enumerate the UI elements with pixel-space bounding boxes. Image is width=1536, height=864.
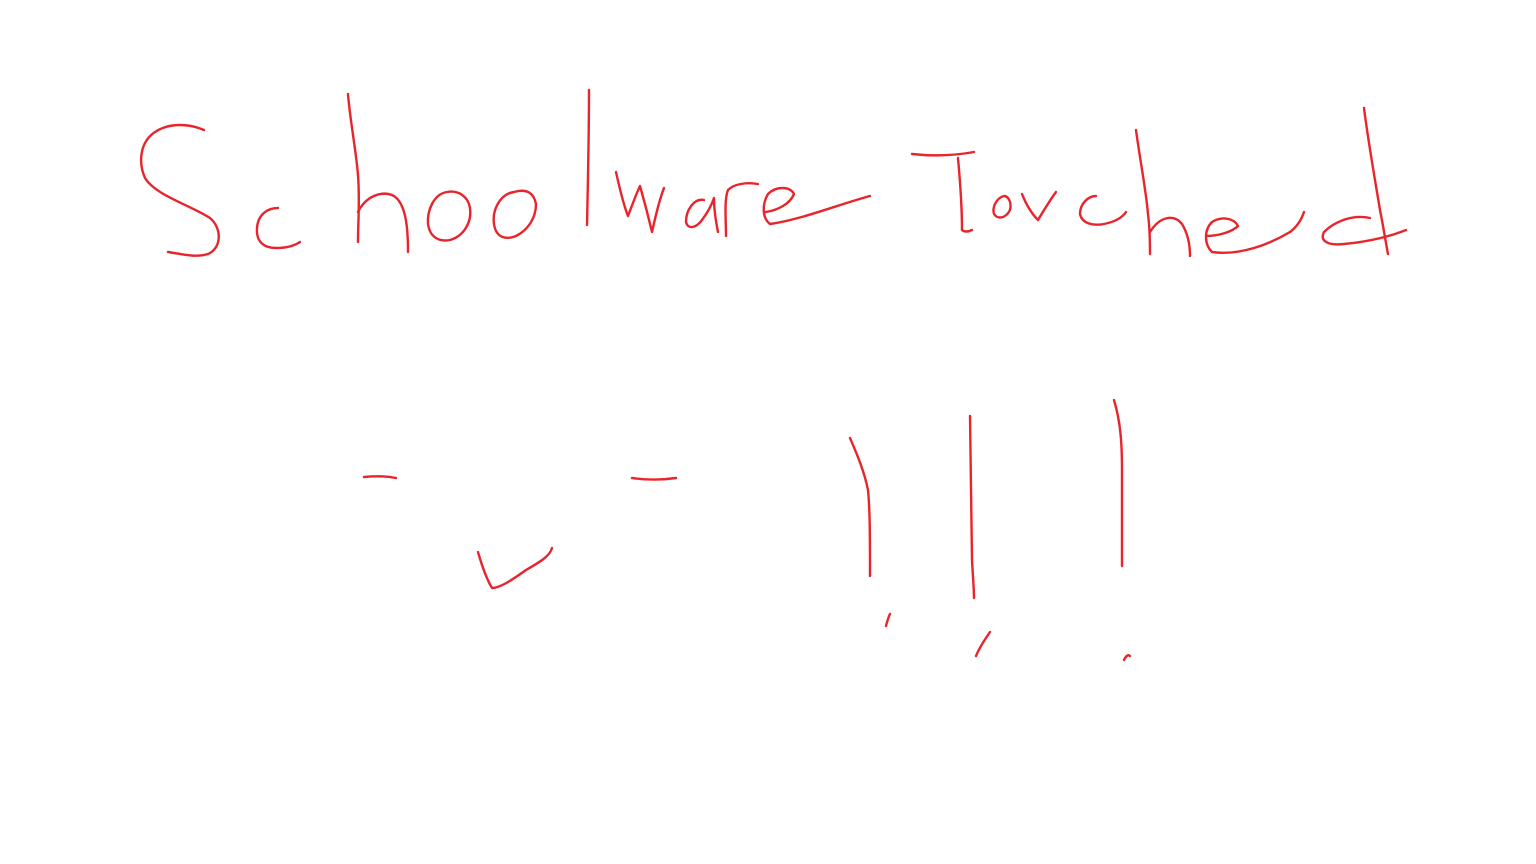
tear-1-stroke (848, 436, 872, 578)
stroke-d-bowl (1321, 215, 1408, 246)
tear-2-stroke (968, 414, 976, 600)
tear-2-dot (974, 630, 992, 658)
handwriting-drawing (139, 88, 1408, 662)
stroke-h-4 (1148, 216, 1192, 258)
stroke-c-2 (1078, 194, 1128, 226)
face-right-eye (630, 476, 678, 481)
face-mouth (476, 546, 554, 590)
stroke-c (255, 206, 302, 250)
handwritten-title (139, 88, 1408, 258)
stroke-h-2 (356, 192, 410, 254)
stroke-l (585, 88, 591, 227)
stroke-a (684, 196, 720, 234)
drawing-canvas[interactable]: Schoolware Touched -_- !!! (0, 0, 1536, 864)
tear-3-dot (1122, 654, 1132, 662)
stroke-w (614, 170, 666, 234)
stroke-e (762, 186, 872, 226)
stroke-o-1 (426, 190, 472, 242)
stroke-e-2 (1204, 210, 1306, 254)
tear-3-stroke (1112, 398, 1124, 568)
stroke-u (1020, 190, 1058, 222)
stroke-o-3 (992, 194, 1012, 219)
stroke-o-2 (492, 189, 538, 239)
stroke-T-stem (956, 156, 974, 233)
stroke-h-1 (346, 92, 361, 244)
face-left-eye (362, 475, 398, 480)
stroke-r (724, 182, 760, 238)
stroke-T-bar (910, 150, 976, 157)
stroke-S (139, 123, 220, 257)
stroke-h-3 (1134, 128, 1152, 256)
tear-1-dot (884, 612, 892, 628)
handwritten-tears (848, 398, 1132, 662)
handwritten-face (362, 475, 678, 590)
stroke-d-stem (1362, 106, 1390, 256)
